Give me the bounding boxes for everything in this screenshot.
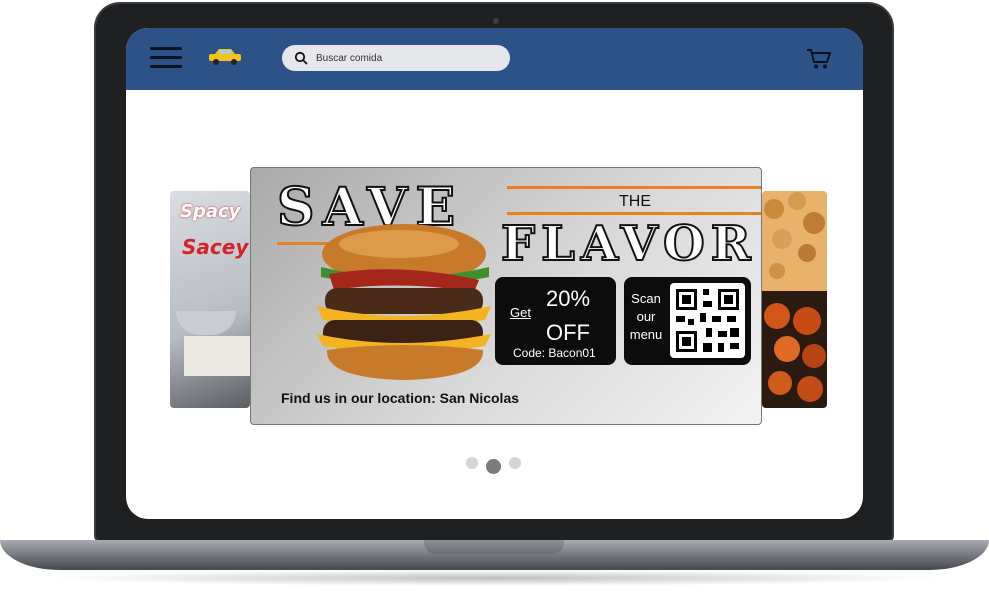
cart-icon[interactable]: [806, 48, 832, 70]
promo-percent: 20%: [546, 286, 591, 311]
location-text: Find us in our location: San Nicolas: [281, 390, 520, 406]
laptop-mockup: Spacy Sacey SAVE THE FL: [0, 0, 989, 594]
qr-code-icon[interactable]: [670, 283, 745, 358]
laptop-notch: [424, 540, 564, 554]
carousel-slide-next[interactable]: [762, 191, 827, 408]
promo-code: Code: Bacon01: [513, 346, 596, 360]
chicken-wings-image: [762, 191, 827, 408]
qr-menu-box[interactable]: Scan our menu: [624, 277, 751, 365]
promo-off: OFF: [546, 320, 590, 345]
search-icon[interactable]: [294, 51, 308, 65]
promo-banner[interactable]: SAVE THE FLAVOR Get 20% OFF Code: Bacon0…: [250, 167, 762, 425]
discount-box: Get 20% OFF Code: Bacon01: [495, 277, 616, 365]
carousel-dots: [466, 456, 526, 474]
cutting-board-image: [184, 336, 250, 376]
camera-icon: [493, 18, 499, 24]
burger-image: [317, 224, 491, 380]
laptop-shadow: [40, 570, 949, 586]
headline-flavor: FLAVOR: [500, 216, 757, 272]
hamburger-menu-icon[interactable]: [150, 45, 182, 71]
search-bar[interactable]: [282, 45, 510, 71]
carousel-dot-1[interactable]: [466, 457, 478, 469]
qr-text: Scan our menu: [629, 291, 663, 342]
carousel-slide-prev[interactable]: Spacy Sacey: [170, 191, 250, 408]
left-card-text-2: Sacey: [182, 235, 249, 259]
orange-line-bottom: [507, 212, 761, 215]
food-bowl-image: [176, 311, 236, 335]
promo-get: Get: [510, 305, 531, 320]
headline-the: THE: [619, 193, 651, 210]
carousel-dot-3[interactable]: [509, 457, 521, 469]
orange-line-top: [507, 186, 761, 189]
taxi-logo-icon[interactable]: [205, 48, 245, 66]
carousel-dot-2[interactable]: [486, 459, 501, 474]
left-card-text-1: Spacy: [180, 201, 241, 222]
header-bar: [126, 28, 863, 90]
search-input[interactable]: [316, 49, 501, 67]
app-screen: Spacy Sacey SAVE THE FL: [126, 28, 863, 519]
